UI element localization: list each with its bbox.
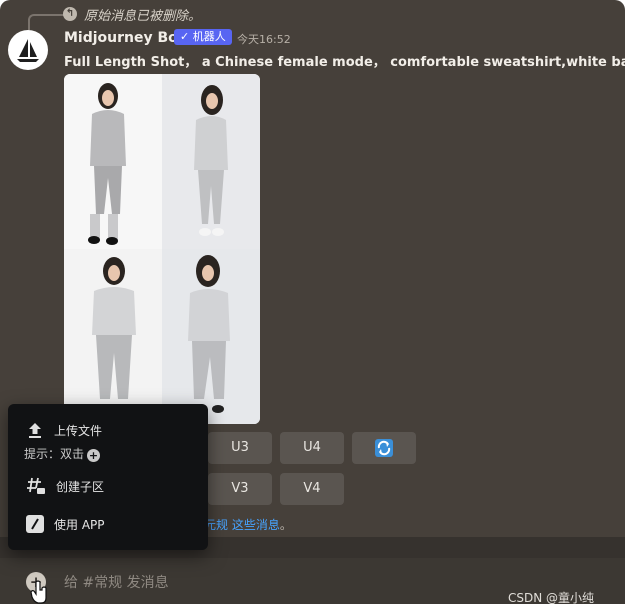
double-click-hint: 提示：双击 + xyxy=(24,445,101,462)
refresh-icon xyxy=(375,439,393,457)
notice-suffix: 。 xyxy=(279,518,292,532)
message-timestamp: 今天16:52 xyxy=(237,33,291,46)
create-thread-item[interactable]: 创建子区 xyxy=(26,476,104,496)
hand-cursor-icon xyxy=(30,580,47,604)
message-input[interactable]: 给 #常规 发消息 xyxy=(64,572,169,592)
reroll-button[interactable] xyxy=(352,432,416,464)
author-name[interactable]: Midjourney Bot xyxy=(64,30,184,46)
hint-label: 提示：双击 xyxy=(24,447,85,461)
image-grid[interactable] xyxy=(64,74,260,424)
plus-circle-icon: + xyxy=(87,449,101,462)
dismiss-link[interactable]: 这些消息 xyxy=(232,518,280,532)
prompt-text: Full Length Shot， a Chinese female mode，… xyxy=(64,55,625,70)
grid-image-4[interactable] xyxy=(162,249,260,424)
use-app-item[interactable]: 使用 APP xyxy=(26,514,105,534)
ephemeral-notice: 元规 这些消息。 xyxy=(204,516,292,533)
grid-image-3[interactable] xyxy=(64,249,162,424)
variation-3-button[interactable]: V3 xyxy=(208,473,272,505)
upload-file-label: 上传文件 xyxy=(54,423,103,438)
variation-4-button[interactable]: V4 xyxy=(280,473,344,505)
slash-command-icon xyxy=(26,515,44,533)
create-thread-label: 创建子区 xyxy=(56,479,105,494)
app-window: ↰ 原始消息已被删除。 Midjourney Bot ✓ 机器人 今天16:52… xyxy=(0,0,625,614)
thread-icon xyxy=(27,477,45,494)
upload-icon xyxy=(29,423,41,438)
use-app-label: 使用 APP xyxy=(54,517,105,532)
upload-file-item[interactable]: 上传文件 xyxy=(26,420,102,440)
reply-arrow-icon: ↰ xyxy=(63,7,77,21)
upscale-3-button[interactable]: U3 xyxy=(208,432,272,464)
reply-connector xyxy=(28,14,64,30)
watermark: CSDN @童小纯 xyxy=(508,591,595,605)
upscale-4-button[interactable]: U4 xyxy=(280,432,344,464)
bot-badge: ✓ 机器人 xyxy=(174,29,232,45)
upload-menu: 上传文件 提示：双击 + 创建子区 使用 APP xyxy=(8,404,208,550)
grid-image-1[interactable] xyxy=(64,74,162,249)
grid-image-2[interactable] xyxy=(162,74,260,249)
sailboat-icon xyxy=(17,39,39,62)
deleted-original-notice: 原始消息已被删除。 xyxy=(84,9,202,24)
avatar[interactable] xyxy=(8,30,48,70)
